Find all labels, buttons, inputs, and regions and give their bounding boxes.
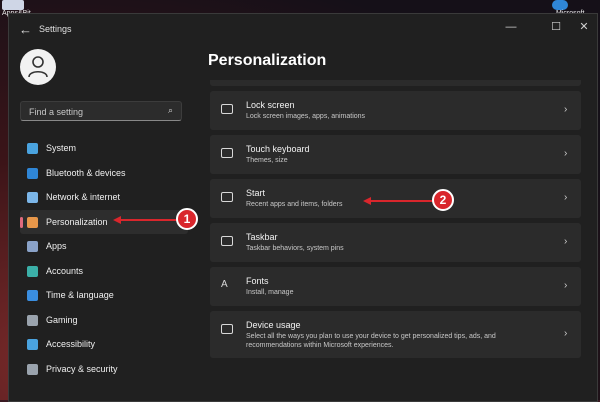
card-taskbar[interactable]: Taskbar Taskbar behaviors, system pins › xyxy=(210,223,581,262)
page-title: Personalization xyxy=(208,52,327,69)
minimize-button[interactable]: — xyxy=(501,19,521,35)
title-bar: ← Settings — ☐ ✕ xyxy=(9,14,597,46)
keyboard-icon xyxy=(221,148,233,158)
bluetooth-icon xyxy=(27,167,38,179)
card-description: Lock screen images, apps, animations xyxy=(246,113,366,120)
gamepad-icon xyxy=(27,314,38,326)
active-indicator xyxy=(20,216,23,228)
sidebar-item-network[interactable]: Network & internet xyxy=(20,185,188,210)
callout-arrow-line xyxy=(120,219,178,221)
maximize-button[interactable]: ☐ xyxy=(546,19,566,35)
card-lock-screen[interactable]: Lock screen Lock screen images, apps, an… xyxy=(210,91,581,130)
sidebar-item-accessibility[interactable]: Accessibility xyxy=(20,332,188,357)
fonts-icon: A xyxy=(221,279,228,290)
sidebar-item-system[interactable]: System xyxy=(20,136,188,161)
sidebar-item-apps[interactable]: Apps xyxy=(20,234,188,259)
sidebar-item-bluetooth[interactable]: Bluetooth & devices xyxy=(20,161,188,186)
callout-badge: 2 xyxy=(432,189,454,211)
callout-arrow-line xyxy=(370,200,434,202)
apps-icon xyxy=(27,241,38,252)
callout-badge: 1 xyxy=(176,208,198,230)
sidebar-item-label: Gaming xyxy=(46,314,78,325)
taskbar-icon xyxy=(221,236,233,246)
card-description: Themes, size xyxy=(246,157,288,164)
card-touch-keyboard[interactable]: Touch keyboard Themes, size › xyxy=(210,135,581,174)
start-icon xyxy=(221,192,233,202)
card-title: Taskbar xyxy=(246,232,278,242)
sidebar-item-label: Apps xyxy=(46,241,67,251)
window-title: Settings xyxy=(39,24,72,34)
search-input[interactable] xyxy=(27,104,161,120)
sidebar-item-label: System xyxy=(46,143,77,153)
card-title: Touch keyboard xyxy=(246,144,310,154)
card-fonts[interactable]: A Fonts Install, manage › xyxy=(210,267,581,306)
chevron-right-icon: › xyxy=(564,104,568,115)
sidebar-item-personalization[interactable]: Personalization xyxy=(20,209,188,234)
card-description: Select all the ways you plan to use your… xyxy=(246,333,496,349)
sidebar-item-time-language[interactable]: Time & language xyxy=(20,283,188,308)
close-button[interactable]: ✕ xyxy=(574,19,594,35)
chevron-right-icon: › xyxy=(564,148,568,159)
sidebar-item-label: Personalization xyxy=(46,216,108,227)
scrolled-card-edge xyxy=(210,80,581,86)
chevron-right-icon: › xyxy=(564,328,568,339)
card-device-usage[interactable]: Device usage Select all the ways you pla… xyxy=(210,311,581,358)
sidebar-item-privacy[interactable]: Privacy & security xyxy=(20,357,188,382)
sidebar-item-accounts[interactable]: Accounts xyxy=(20,259,188,284)
settings-window: ← Settings — ☐ ✕ ⌕ System Bluetooth & de… xyxy=(8,13,598,402)
card-description: Taskbar behaviors, system pins xyxy=(246,245,344,252)
desktop-edge-icon[interactable] xyxy=(552,0,568,10)
chevron-right-icon: › xyxy=(564,192,568,203)
card-title: Fonts xyxy=(246,276,269,286)
lock-screen-icon xyxy=(221,104,233,114)
sidebar-item-label: Bluetooth & devices xyxy=(46,167,126,178)
monitor-icon xyxy=(27,143,38,154)
card-start[interactable]: Start Recent apps and items, folders › xyxy=(210,179,581,218)
avatar[interactable] xyxy=(20,49,56,85)
sidebar-item-label: Time & language xyxy=(46,290,114,300)
sidebar-item-label: Accounts xyxy=(46,265,84,276)
person-icon xyxy=(27,265,38,277)
sidebar-item-label: Privacy & security xyxy=(46,363,118,374)
back-button[interactable]: ← xyxy=(19,23,33,37)
desktop-app-icon[interactable] xyxy=(2,0,24,10)
brush-icon xyxy=(27,216,38,228)
device-usage-icon xyxy=(221,324,233,334)
sidebar-item-label: Network & internet xyxy=(46,192,121,202)
card-description: Install, manage xyxy=(246,289,294,296)
sidebar-item-gaming[interactable]: Gaming xyxy=(20,308,188,333)
card-title: Device usage xyxy=(246,320,301,330)
wifi-icon xyxy=(27,192,38,203)
globe-icon xyxy=(27,290,38,301)
card-title: Lock screen xyxy=(246,100,295,110)
sidebar-item-label: Accessibility xyxy=(46,339,96,349)
search-icon[interactable]: ⌕ xyxy=(168,105,173,116)
sidebar-nav: System Bluetooth & devices Network & int… xyxy=(20,136,190,381)
card-title: Start xyxy=(246,188,266,198)
person-icon xyxy=(28,56,48,78)
settings-card-list: Lock screen Lock screen images, apps, an… xyxy=(210,80,581,363)
chevron-right-icon: › xyxy=(564,280,568,291)
accessibility-icon xyxy=(27,339,38,350)
shield-icon xyxy=(27,363,38,375)
chevron-right-icon: › xyxy=(564,236,568,247)
search-box[interactable]: ⌕ xyxy=(20,101,182,121)
